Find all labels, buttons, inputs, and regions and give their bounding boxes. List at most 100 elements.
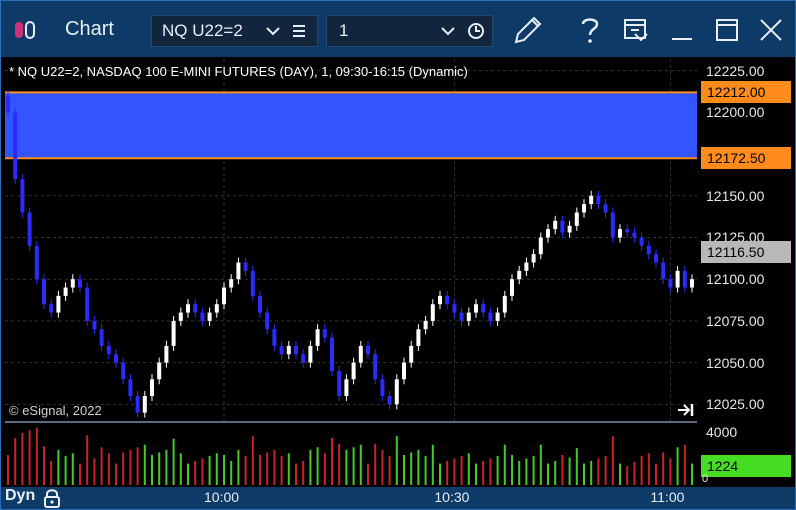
- price-axis[interactable]: 12225.00 12200.00 12150.00 12125.00 12100.00…: [698, 59, 794, 421]
- candle: [142, 395, 147, 413]
- volume-bar: [194, 461, 197, 485]
- volume-bar: [381, 449, 384, 485]
- volume-bar: [201, 458, 204, 485]
- volume-bar: [367, 463, 369, 485]
- volume-bar: [280, 455, 283, 485]
- volume-bar: [453, 458, 456, 485]
- candle: [582, 204, 586, 213]
- volume-bar: [28, 430, 31, 485]
- candle: [690, 279, 694, 288]
- volume-bar: [323, 453, 326, 485]
- candle: [531, 254, 536, 263]
- volume-bar: [619, 463, 621, 485]
- candle: [452, 304, 457, 313]
- price-plot[interactable]: [5, 59, 697, 421]
- candle: [538, 237, 543, 255]
- volume-bar: [259, 455, 261, 485]
- candle: [358, 345, 363, 363]
- volume-bar: [302, 461, 305, 485]
- candle: [654, 254, 658, 263]
- candle: [524, 262, 529, 271]
- title-bar: Chart NQ U22=2 1: [1, 1, 795, 57]
- list-menu-icon[interactable]: [292, 24, 306, 38]
- volume-plot[interactable]: [5, 423, 697, 485]
- candle: [466, 312, 471, 321]
- candle: [222, 287, 226, 305]
- volume-bar: [395, 436, 398, 485]
- volume-bar: [662, 452, 665, 485]
- help-icon[interactable]: [579, 15, 601, 45]
- candle: [164, 345, 169, 363]
- volume-bar: [165, 449, 168, 485]
- volume-bar: [604, 455, 607, 485]
- volume-bar: [496, 455, 499, 485]
- candle: [394, 379, 399, 405]
- lock-icon[interactable]: [43, 488, 61, 508]
- volume-bar: [547, 463, 549, 485]
- candle: [682, 270, 687, 288]
- volume-bar: [359, 444, 362, 485]
- time-tick-label: 10:30: [434, 489, 470, 505]
- candle: [337, 370, 342, 396]
- symbol-selector[interactable]: NQ U22=2: [151, 15, 318, 47]
- volume-bar: [57, 449, 60, 485]
- volume-bar: [86, 435, 89, 485]
- minimize-icon[interactable]: [670, 17, 694, 43]
- volume-bar: [410, 452, 413, 485]
- volume-bar: [237, 449, 240, 485]
- volume-bar: [388, 455, 391, 485]
- volume-bar: [64, 455, 67, 485]
- candle: [214, 304, 219, 313]
- close-icon[interactable]: [759, 18, 783, 42]
- volume-bar: [21, 432, 24, 485]
- candle: [646, 245, 651, 255]
- volume-bar: [691, 463, 693, 485]
- volume-bar: [143, 444, 146, 485]
- clock-icon[interactable]: [467, 22, 485, 40]
- candle: [308, 345, 313, 363]
- volume-bar: [467, 453, 470, 485]
- chevron-down-icon[interactable]: [441, 26, 455, 36]
- price-tick-label: 12200.00: [706, 104, 765, 121]
- candle: [416, 329, 421, 346]
- dynamic-mode-label[interactable]: Dyn: [5, 487, 35, 505]
- time-axis[interactable]: Dyn 10:00 10:30 11:00: [1, 487, 795, 509]
- volume-bar: [403, 455, 405, 485]
- volume-bar: [338, 443, 341, 485]
- pencil-draw-icon[interactable]: [512, 14, 544, 46]
- volume-axis[interactable]: 4000 1224 0: [698, 423, 794, 485]
- candle: [423, 320, 428, 330]
- candle: [344, 379, 349, 396]
- candle: [610, 212, 615, 238]
- volume-bar: [626, 466, 629, 485]
- volume-bar: [424, 455, 427, 485]
- candle: [250, 270, 255, 296]
- candle: [459, 312, 464, 321]
- last-price-tag: 12116.50: [701, 240, 791, 263]
- volume-bar: [525, 458, 528, 485]
- candle: [258, 295, 262, 313]
- volume-bar: [172, 438, 175, 485]
- candle: [553, 220, 558, 230]
- candle: [330, 337, 334, 371]
- candle: [373, 354, 378, 380]
- price-tick-label: 12025.00: [706, 396, 765, 413]
- volume-bar: [683, 444, 686, 485]
- maximize-icon[interactable]: [715, 18, 739, 42]
- jump-to-latest-icon[interactable]: [677, 403, 695, 417]
- chevron-down-icon[interactable]: [266, 26, 280, 36]
- candle: [42, 279, 46, 305]
- candle: [106, 345, 111, 355]
- candle: [279, 345, 284, 355]
- volume-bar: [568, 457, 571, 485]
- volume-bar: [14, 438, 17, 485]
- volume-bar: [35, 427, 38, 485]
- candle: [387, 395, 392, 405]
- template-icon[interactable]: [623, 17, 649, 43]
- interval-selector[interactable]: 1: [326, 15, 493, 47]
- candle: [13, 112, 18, 180]
- volume-bar: [439, 463, 441, 485]
- candle: [265, 312, 270, 330]
- esignal-logo-icon: [15, 21, 35, 39]
- volume-bar: [71, 453, 74, 485]
